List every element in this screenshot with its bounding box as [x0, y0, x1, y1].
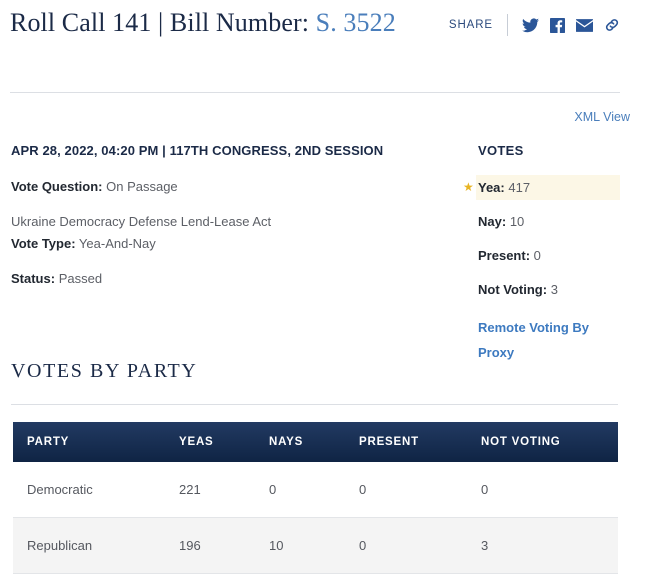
- link-icon[interactable]: [604, 17, 620, 33]
- votes-summary: VOTES ★ Yea: 417 Nay: 10 Present: 0 Not …: [463, 143, 643, 365]
- nay-label: Nay:: [478, 214, 507, 229]
- column-header-party: PARTY: [13, 422, 179, 462]
- table-row: Democratic 221 0 0 0: [13, 462, 618, 518]
- share-divider: [507, 14, 508, 36]
- remote-voting-proxy-link[interactable]: Remote Voting By Proxy: [478, 315, 593, 365]
- vote-type-value: Yea-And-Nay: [78, 236, 156, 251]
- present-value: 0: [533, 248, 541, 263]
- cell-party: Democratic: [13, 462, 179, 518]
- status-value: Passed: [58, 271, 103, 286]
- cell-yeas: 221: [179, 462, 269, 518]
- section-divider: [11, 404, 618, 405]
- not-voting-value: 3: [550, 282, 558, 297]
- facebook-icon[interactable]: [550, 17, 565, 33]
- star-icon: ★: [463, 180, 474, 194]
- column-header-yeas: YEAS: [179, 422, 269, 462]
- cell-yeas: 196: [179, 517, 269, 574]
- cell-not-voting: 0: [481, 462, 618, 518]
- yea-value: 417: [508, 180, 531, 195]
- vote-metadata: APR 28, 2022, 04:20 PM | 117TH CONGRESS,…: [11, 143, 461, 305]
- votes-by-party-table: PARTY YEAS NAYS PRESENT NOT VOTING Democ…: [13, 422, 618, 574]
- bill-number-link[interactable]: S. 3522: [316, 8, 396, 37]
- page-title-prefix: Roll Call 141 | Bill Number:: [10, 8, 316, 37]
- status-label: Status:: [11, 271, 56, 286]
- cell-nays: 10: [269, 517, 359, 574]
- column-header-not-voting: NOT VOTING: [481, 422, 618, 462]
- not-voting-label: Not Voting:: [478, 282, 548, 297]
- vote-type-label: Vote Type:: [11, 236, 76, 251]
- twitter-icon[interactable]: [522, 17, 539, 33]
- vote-tally-present: Present: 0: [478, 247, 643, 264]
- bill-title: Ukraine Democracy Defense Lend-Lease Act: [11, 214, 272, 229]
- table-header-row: PARTY YEAS NAYS PRESENT NOT VOTING: [13, 422, 618, 462]
- vote-datestamp: APR 28, 2022, 04:20 PM | 117TH CONGRESS,…: [11, 143, 384, 158]
- xml-view-link[interactable]: XML View: [0, 110, 630, 124]
- votes-heading: VOTES: [478, 143, 524, 158]
- share-icon-group: [522, 17, 620, 33]
- vote-tally-nay: Nay: 10: [478, 213, 643, 230]
- email-icon[interactable]: [576, 18, 593, 32]
- status-row: Status: Passed: [11, 270, 461, 287]
- cell-present: 0: [359, 462, 481, 518]
- nay-value: 10: [509, 214, 525, 229]
- vote-question-value: On Passage: [106, 179, 178, 194]
- cell-nays: 0: [269, 462, 359, 518]
- votes-by-party-heading: VOTES BY PARTY: [11, 360, 198, 382]
- share-bar: SHARE: [449, 14, 620, 36]
- page-title: Roll Call 141 | Bill Number: S. 3522: [10, 6, 450, 40]
- present-label: Present:: [478, 248, 531, 263]
- vote-type-row: Vote Type: Yea-And-Nay: [11, 235, 461, 252]
- column-header-nays: NAYS: [269, 422, 359, 462]
- column-header-present: PRESENT: [359, 422, 481, 462]
- header-divider: [10, 92, 620, 93]
- vote-question-row: Vote Question: On Passage: [11, 178, 461, 195]
- vote-question-label: Vote Question:: [11, 179, 103, 194]
- vote-tally-not-voting: Not Voting: 3: [478, 281, 643, 298]
- yea-label: Yea:: [478, 180, 505, 195]
- table-row: Republican 196 10 0 3: [13, 517, 618, 574]
- cell-not-voting: 3: [481, 517, 618, 574]
- cell-party: Republican: [13, 517, 179, 574]
- cell-present: 0: [359, 517, 481, 574]
- vote-tally-yea: ★ Yea: 417: [463, 175, 620, 200]
- share-label: SHARE: [448, 19, 493, 31]
